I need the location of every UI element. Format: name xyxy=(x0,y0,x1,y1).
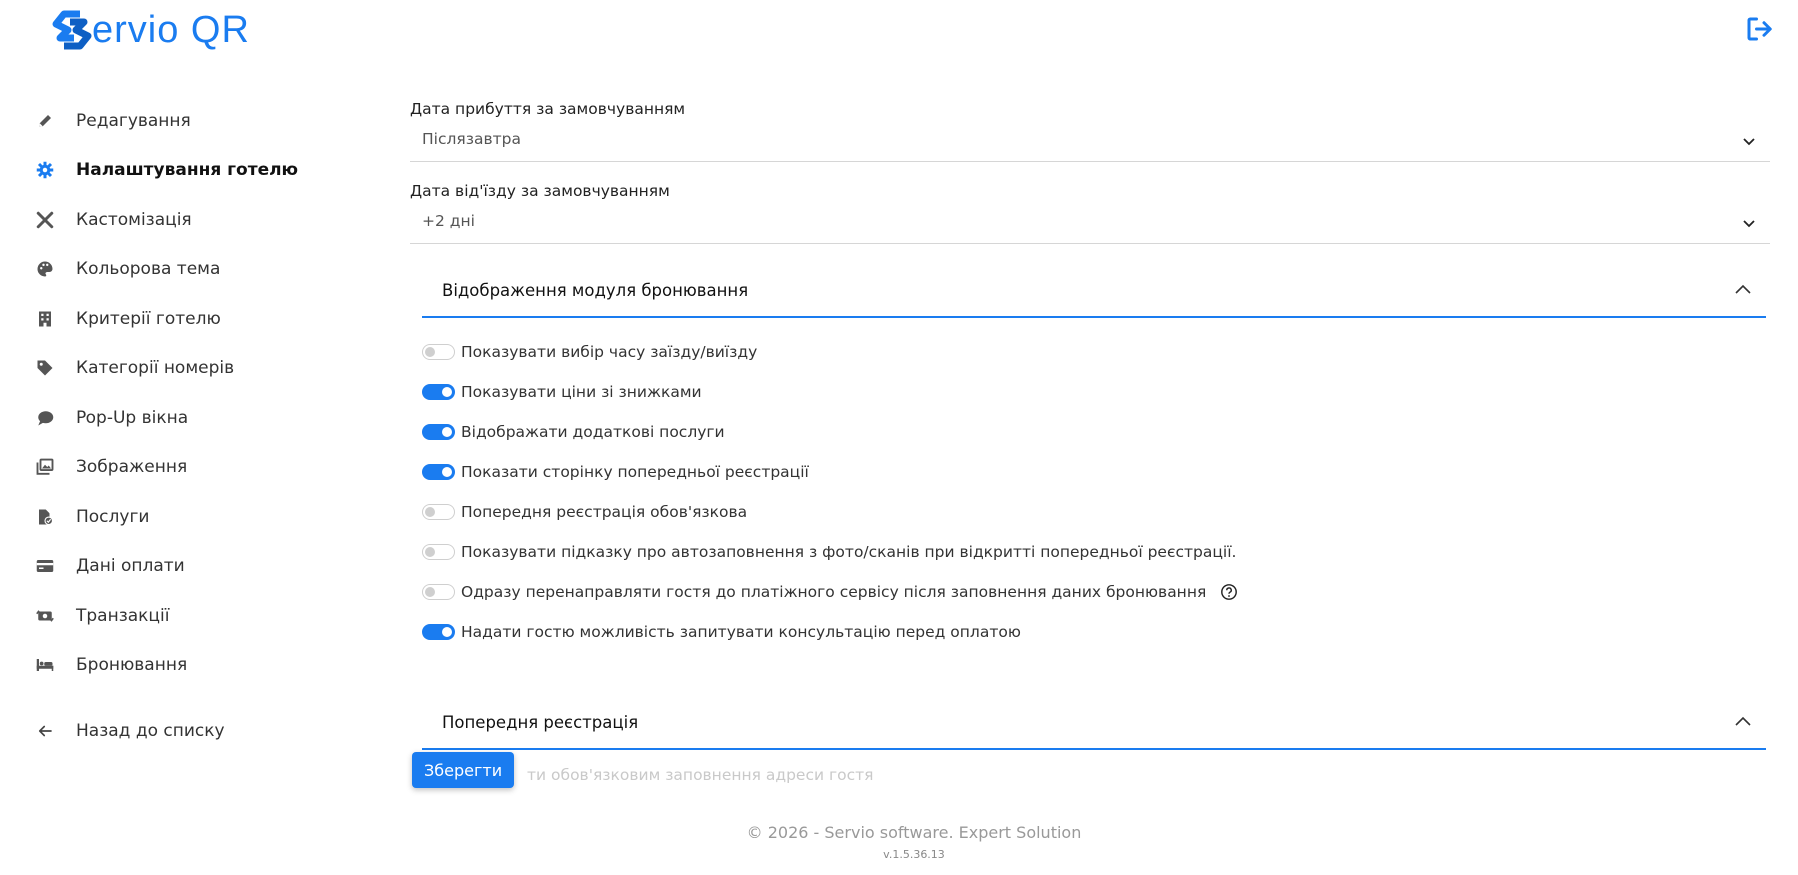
arrival-date-value: Післязавтра xyxy=(422,130,521,148)
section-title: Відображення модуля бронювання xyxy=(442,280,749,300)
sidebar-item-label: Транзакції xyxy=(76,605,170,626)
pencil-icon xyxy=(34,110,56,132)
chevron-up-icon xyxy=(1735,716,1751,726)
save-button[interactable]: Зберегти xyxy=(412,752,515,788)
toggle-label: Показати сторінку попередньої реєстрації xyxy=(461,463,809,481)
sidebar-item-label: Налаштування готелю xyxy=(76,160,299,181)
sidebar-item-label: Критерії готелю xyxy=(76,308,221,329)
sidebar-item-edit[interactable]: Редагування xyxy=(34,96,364,146)
sidebar-item-transactions[interactable]: Транзакції xyxy=(34,591,364,641)
sidebar-item-popup-windows[interactable]: Pop-Up вікна xyxy=(34,393,364,443)
file-check-icon xyxy=(34,506,56,528)
toggle-switch[interactable] xyxy=(422,584,455,600)
booking-module-section-header[interactable]: Відображення модуля бронювання xyxy=(422,264,1766,318)
tag-icon xyxy=(34,357,56,379)
chat-icon xyxy=(34,407,56,429)
toggle-row: Показувати вибір часу заїзду/виїзду xyxy=(422,332,1766,372)
sidebar-item-label: Pop-Up вікна xyxy=(76,407,189,428)
chevron-up-icon xyxy=(1735,284,1751,294)
servio-logo-icon xyxy=(52,10,92,50)
departure-date-field: Дата від'їзду за замовчуванням +2 дні xyxy=(410,182,1770,244)
sidebar-item-back-to-list[interactable]: Назад до списку xyxy=(34,706,364,756)
toggle-label: Відображати додаткові послуги xyxy=(461,423,725,441)
toggle-row: Надати гостю можливість запитувати консу… xyxy=(422,612,1766,652)
faded-option-text: ти обов'язковим заповнення адреси гостя xyxy=(527,766,874,784)
logout-icon[interactable] xyxy=(1744,14,1774,44)
toggle-row: Попередня реєстрація обов'язкова xyxy=(422,492,1766,532)
toggle-label: Показувати вибір часу заїзду/виїзду xyxy=(461,343,758,361)
sidebar-item-label: Категорії номерів xyxy=(76,358,235,379)
pre-registration-section: Попередня реєстрація ти обов'язковим зап… xyxy=(422,696,1766,784)
toggle-label: Одразу перенаправляти гостя до платіжног… xyxy=(461,583,1207,601)
sidebar-item-label: Кастомізація xyxy=(76,209,192,230)
toggle-row: Показати сторінку попередньої реєстрації xyxy=(422,452,1766,492)
gear-icon xyxy=(34,159,56,181)
toggle-switch[interactable] xyxy=(422,384,455,400)
departure-date-select[interactable]: +2 дні xyxy=(410,212,1770,244)
arrival-date-field: Дата прибуття за замовчуванням Післязавт… xyxy=(410,100,1770,162)
chevron-down-icon xyxy=(1743,138,1755,146)
footer-copyright: © 2026 - Servio software. Expert Solutio… xyxy=(746,823,1082,842)
sidebar-item-images[interactable]: Зображення xyxy=(34,443,364,493)
arrival-date-label: Дата прибуття за замовчуванням xyxy=(410,100,686,118)
chevron-down-icon xyxy=(1743,220,1755,228)
sidebar-item-label: Послуги xyxy=(76,506,150,527)
sidebar-item-room-categories[interactable]: Категорії номерів xyxy=(34,344,364,394)
toggle-list: Показувати вибір часу заїзду/виїзду Пока… xyxy=(422,318,1766,652)
palette-icon xyxy=(34,258,56,280)
sidebar-item-label: Назад до списку xyxy=(76,720,225,741)
sidebar-item-bookings[interactable]: Бронювання xyxy=(34,641,364,691)
toggle-switch[interactable] xyxy=(422,544,455,560)
toggle-label: Попередня реєстрація обов'язкова xyxy=(461,503,748,521)
toggle-label: Показувати ціни зі знижками xyxy=(461,383,702,401)
toggle-switch[interactable] xyxy=(422,504,455,520)
pre-registration-section-header[interactable]: Попередня реєстрація xyxy=(422,696,1766,750)
toggle-switch[interactable] xyxy=(422,624,455,640)
sidebar-item-hotel-settings[interactable]: Налаштування готелю xyxy=(34,146,364,196)
logo-text: ervio QR xyxy=(92,8,250,51)
toggle-row: Одразу перенаправляти гостя до платіжног… xyxy=(422,572,1766,612)
main-content: Дата прибуття за замовчуванням Післязавт… xyxy=(410,100,1770,784)
section-title: Попередня реєстрація xyxy=(442,712,639,732)
toggle-switch[interactable] xyxy=(422,464,455,480)
sidebar-item-label: Кольорова тема xyxy=(76,259,221,280)
sidebar-item-label: Бронювання xyxy=(76,655,188,676)
sidebar-item-label: Зображення xyxy=(76,457,188,478)
app-logo[interactable]: ervio QR xyxy=(50,8,250,52)
toggle-row: Показувати підказку про автозаповнення з… xyxy=(422,532,1766,572)
arrival-date-select[interactable]: Післязавтра xyxy=(410,130,1770,162)
sidebar-item-color-theme[interactable]: Кольорова тема xyxy=(34,245,364,295)
money-exchange-icon xyxy=(34,605,56,627)
sidebar-item-services[interactable]: Послуги xyxy=(34,492,364,542)
sidebar-item-label: Дані оплати xyxy=(76,556,185,577)
booking-module-section: Відображення модуля бронювання Показуват… xyxy=(422,264,1766,652)
toggle-row: Показувати ціни зі знижками xyxy=(422,372,1766,412)
tools-icon xyxy=(34,209,56,231)
sidebar-item-hotel-criteria[interactable]: Критерії готелю xyxy=(34,294,364,344)
sidebar-item-payment-data[interactable]: Дані оплати xyxy=(34,542,364,592)
departure-date-label: Дата від'їзду за замовчуванням xyxy=(410,182,670,200)
toggle-label: Показувати підказку про автозаповнення з… xyxy=(461,543,1237,561)
building-icon xyxy=(34,308,56,330)
departure-date-value: +2 дні xyxy=(422,212,475,230)
help-circle-icon[interactable] xyxy=(1220,583,1238,601)
toggle-switch[interactable] xyxy=(422,344,455,360)
sidebar-nav: Редагування Налаштування готелю Кастоміз… xyxy=(34,96,364,756)
toggle-row: Відображати додаткові послуги xyxy=(422,412,1766,452)
sidebar-item-customization[interactable]: Кастомізація xyxy=(34,195,364,245)
toggle-label: Надати гостю можливість запитувати консу… xyxy=(461,623,1021,641)
sidebar-item-label: Редагування xyxy=(76,110,191,131)
credit-card-icon xyxy=(34,555,56,577)
arrow-left-icon xyxy=(34,720,56,742)
toggle-switch[interactable] xyxy=(422,424,455,440)
images-icon xyxy=(34,456,56,478)
bed-icon xyxy=(34,654,56,676)
footer-version: v.1.5.36.13 xyxy=(883,848,945,861)
